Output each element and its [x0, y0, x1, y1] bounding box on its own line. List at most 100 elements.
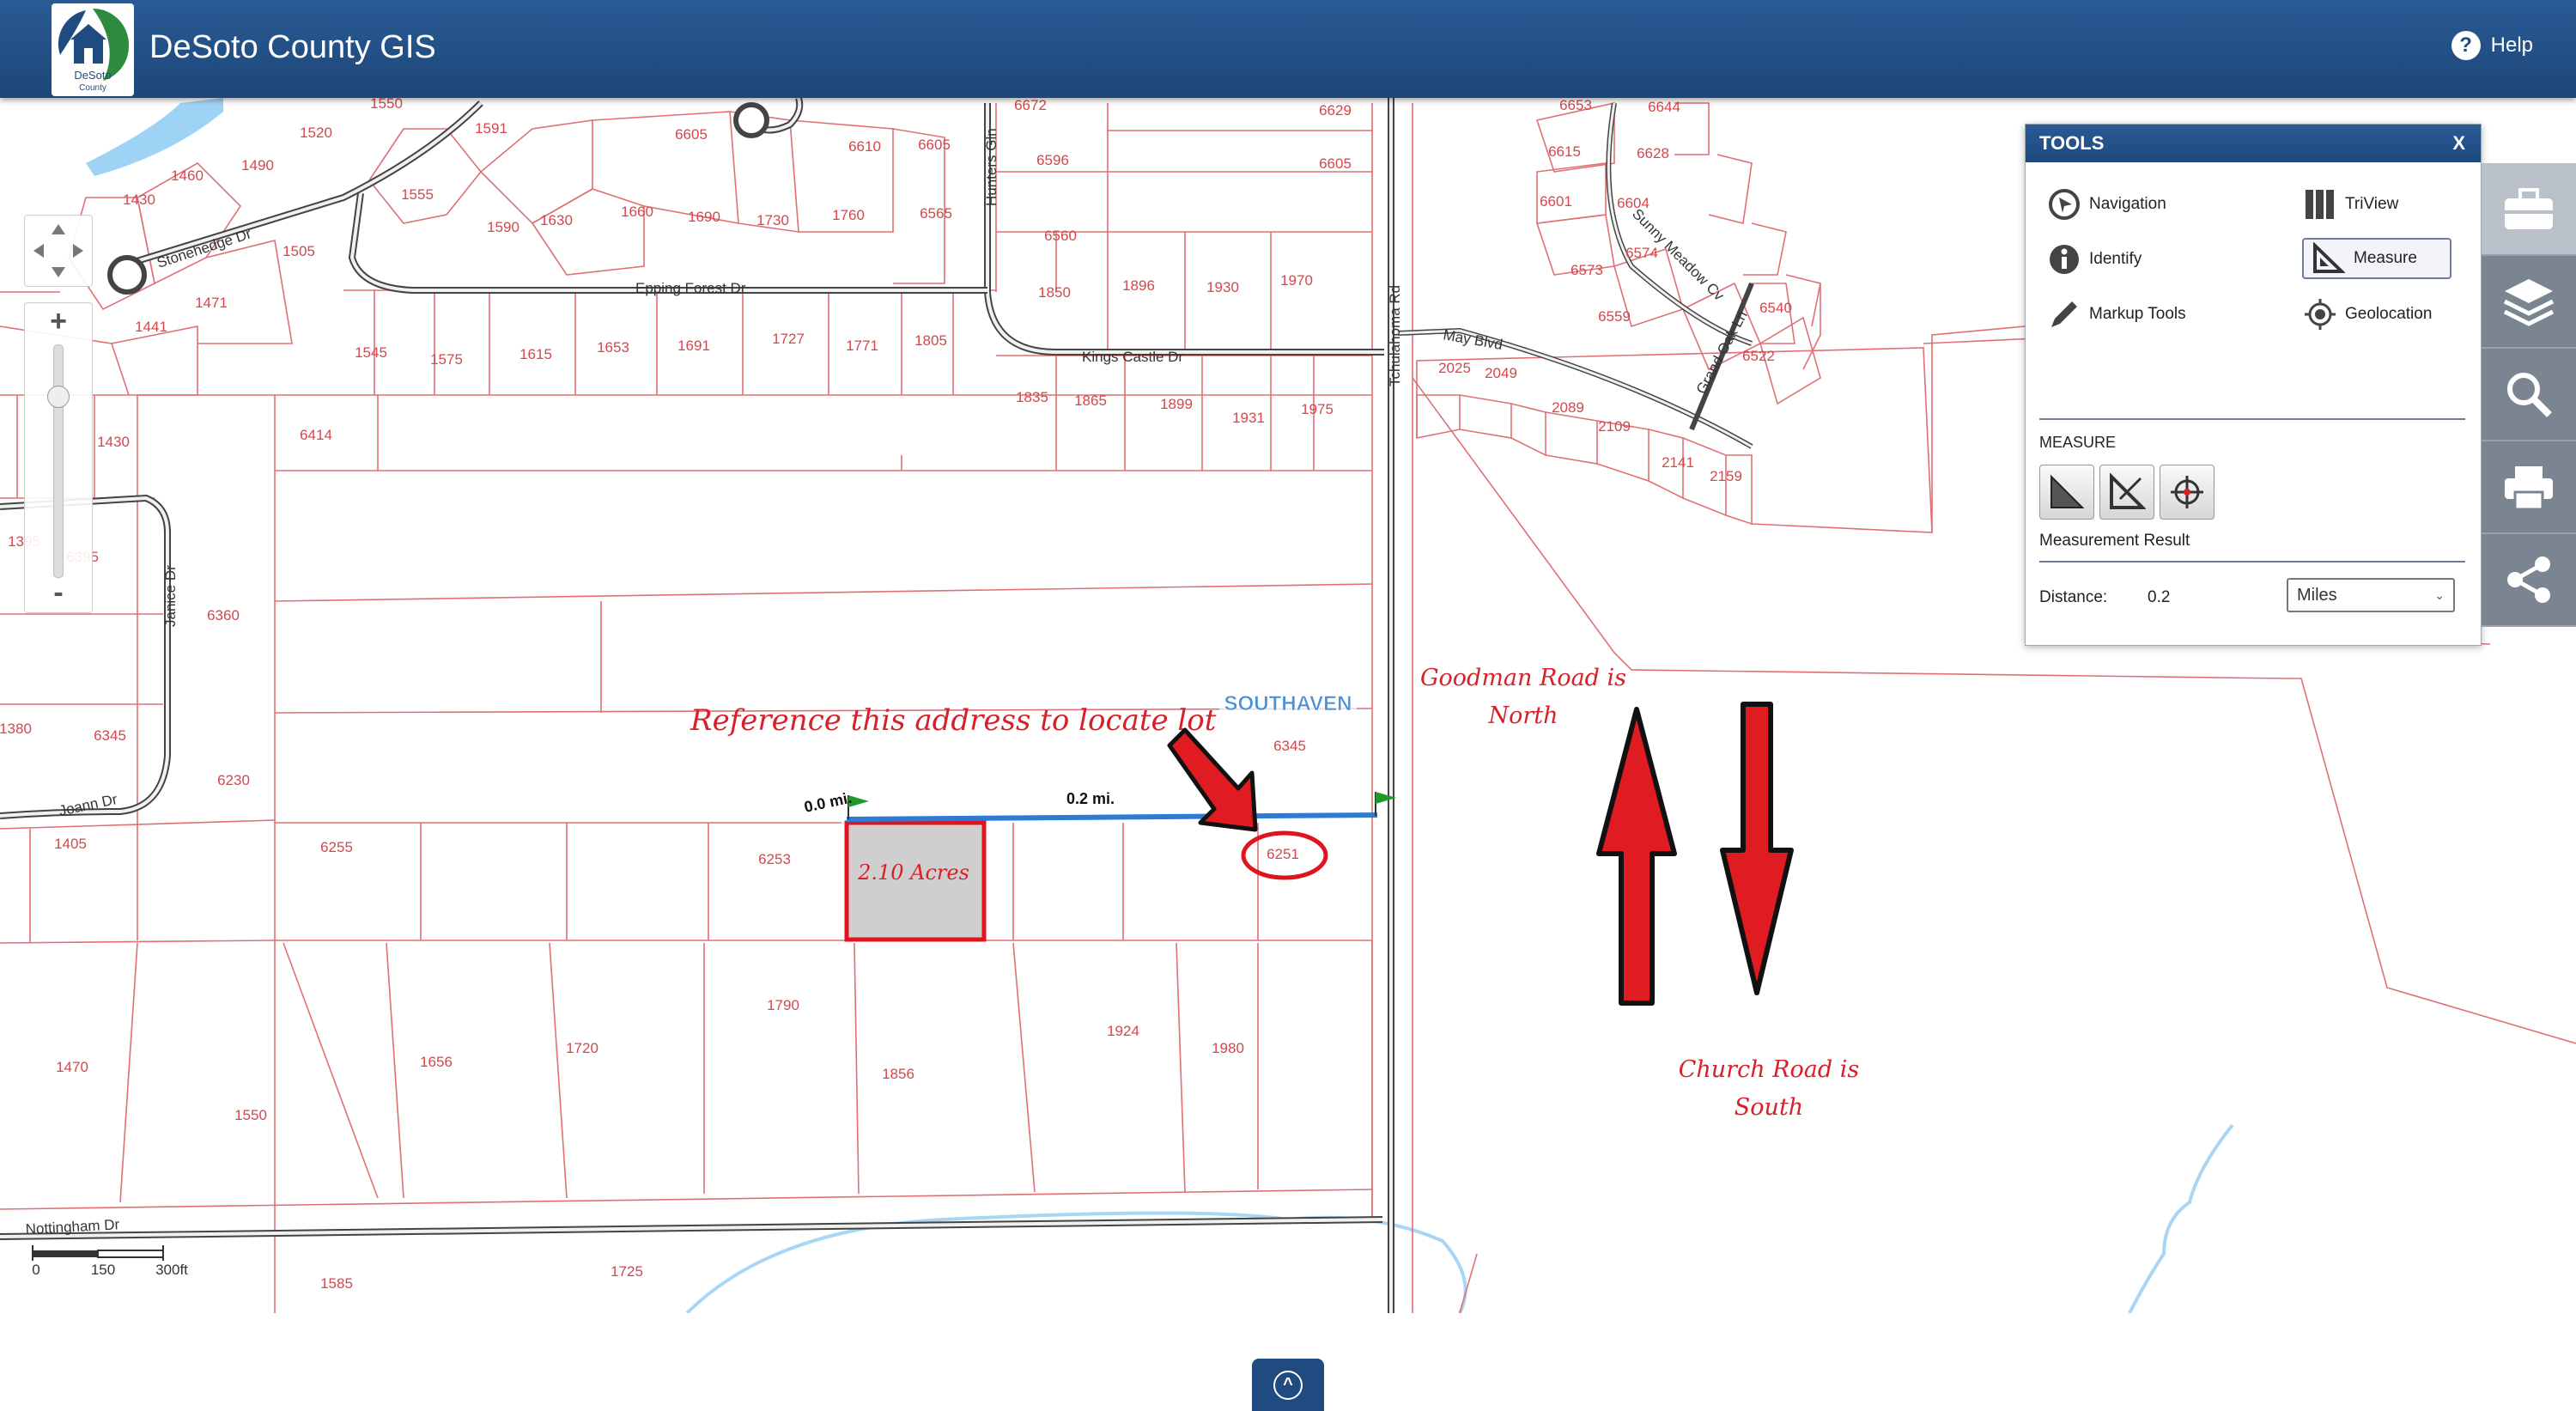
parcel-label: 2159	[1710, 468, 1742, 484]
parcel-label: 1930	[1206, 279, 1239, 295]
south-arrow	[1720, 702, 1794, 995]
parcel-label: 6604	[1617, 195, 1649, 211]
chevron-down-icon: ⌄	[2434, 587, 2445, 602]
help-button[interactable]: ? Help	[2451, 31, 2533, 60]
search-tab[interactable]	[2482, 349, 2576, 441]
measure-distance-button[interactable]	[2099, 465, 2154, 520]
parcel-label: 6560	[1044, 228, 1077, 244]
parcel-label: 1380	[0, 721, 32, 737]
pencil-icon	[2048, 298, 2081, 331]
tools-divider-2	[2039, 561, 2465, 563]
layers-tab[interactable]	[2482, 256, 2576, 349]
tools-divider	[2039, 418, 2465, 420]
parcel-label: 6605	[918, 137, 951, 153]
parcel-label: 6605	[1319, 155, 1352, 172]
parcel-label: 6251	[1267, 846, 1299, 862]
zoom-slider-handle[interactable]	[47, 386, 70, 408]
tool-identify[interactable]: Identify	[2048, 243, 2142, 276]
parcel-label: 1931	[1232, 410, 1265, 426]
parcel-label: 6540	[1759, 300, 1792, 316]
parcel-label: 1653	[597, 339, 629, 356]
measure-distance-icon	[2110, 473, 2146, 509]
print-icon	[2505, 466, 2553, 511]
right-sidebar	[2482, 163, 2576, 627]
unit-select-value: Miles	[2297, 585, 2337, 605]
parcel-label: 1727	[772, 331, 805, 347]
print-tab[interactable]	[2482, 441, 2576, 534]
parcel-label: 6574	[1625, 245, 1658, 261]
distance-value: 0.2	[2148, 588, 2171, 606]
parcel-label: 6573	[1571, 262, 1603, 278]
lake	[86, 98, 223, 176]
help-icon: ?	[2451, 31, 2481, 60]
parcel-label: 1656	[420, 1054, 453, 1070]
app-header: DeSoto County DeSoto County GIS ? Help	[0, 0, 2576, 98]
expand-panel-button[interactable]: ^	[1252, 1359, 1324, 1411]
tool-geolocation[interactable]: Geolocation	[2304, 298, 2432, 331]
parcel-labels: 1550 1591 6605 6672 6629 6653 6644 1520 …	[0, 95, 1792, 1292]
parcel-label: 1430	[97, 434, 130, 450]
parcel-label: 1660	[621, 204, 653, 220]
parcel-label: 1405	[54, 836, 87, 852]
parcel-label: 2109	[1598, 418, 1631, 435]
road-label-may: May Blvd	[1442, 326, 1504, 353]
expand-icon: ^	[1273, 1370, 1303, 1400]
road-label-kings-castle: Kings Castle Dr	[1082, 349, 1183, 365]
geolocation-icon	[2304, 298, 2336, 331]
svg-text:300ft: 300ft	[155, 1262, 188, 1278]
tool-measure[interactable]: Measure	[2302, 238, 2451, 279]
parcel-label: 1850	[1038, 284, 1071, 301]
parcel-label: 1615	[519, 346, 552, 362]
measure-location-button[interactable]	[2160, 465, 2215, 520]
measure-area-icon	[2050, 474, 2085, 508]
parcel-label: 2025	[1438, 360, 1471, 376]
road-label-janice: Janice Dr	[162, 565, 179, 627]
parcel-label: 1720	[566, 1040, 598, 1056]
parcel-label: 1691	[677, 338, 710, 354]
tools-close-button[interactable]: X	[2452, 132, 2465, 155]
desoto-logo: DeSoto County	[52, 3, 134, 96]
parcel-label: 1970	[1280, 272, 1313, 289]
church-annotation-1: Church Road is	[1679, 1056, 1859, 1083]
parcel-label: 6644	[1648, 99, 1680, 115]
stream-east	[2128, 1123, 2234, 1314]
app-title: DeSoto County GIS	[149, 29, 436, 65]
parcel-label: 6615	[1548, 143, 1581, 160]
parcel-label: 6360	[207, 607, 240, 623]
parcel-label: 2049	[1485, 365, 1517, 381]
parcel-label: 6628	[1637, 145, 1669, 161]
parcel-label: 6596	[1036, 152, 1069, 168]
measure-area-button[interactable]	[2039, 465, 2094, 520]
parcel-label: 1899	[1160, 396, 1193, 412]
zoom-in-button[interactable]: +	[25, 305, 92, 339]
crosshair-icon	[2171, 476, 2203, 508]
share-tab[interactable]	[2482, 534, 2576, 627]
goodman-annotation-1: Goodman Road is	[1420, 665, 1626, 691]
share-icon	[2507, 556, 2550, 603]
parcel-label: 1441	[135, 319, 167, 335]
road-label-epping: Epping Forest Dr	[635, 280, 746, 296]
zoom-control: + -	[24, 302, 93, 613]
tools-tab[interactable]	[2482, 163, 2576, 256]
parcel-label: 6345	[94, 727, 126, 744]
parcel-label: 1924	[1107, 1023, 1139, 1039]
tool-markup[interactable]: Markup Tools	[2048, 298, 2186, 331]
zoom-slider-track[interactable]	[53, 344, 64, 578]
parcel-label: 2141	[1662, 454, 1694, 471]
zoom-out-button[interactable]: -	[25, 576, 92, 611]
parcel-label: 1975	[1301, 401, 1334, 417]
pan-control[interactable]	[24, 215, 93, 287]
tool-triview[interactable]: TriView	[2304, 188, 2398, 221]
parcel-label: 1585	[320, 1275, 353, 1292]
parcel-label: 1630	[540, 212, 573, 228]
toolbox-icon	[2505, 188, 2553, 229]
parcel-label: 6672	[1014, 98, 1047, 113]
unit-select[interactable]: Miles ⌄	[2287, 578, 2455, 612]
parcel-label: 6605	[675, 126, 708, 143]
parcel-label: 1550	[234, 1107, 267, 1123]
distance-label: Distance:	[2039, 588, 2108, 606]
svg-text:County: County	[79, 83, 106, 93]
parcel-label: 1725	[611, 1263, 643, 1280]
tool-navigation[interactable]: Navigation	[2048, 188, 2166, 221]
parcel-label: 1865	[1074, 392, 1107, 409]
